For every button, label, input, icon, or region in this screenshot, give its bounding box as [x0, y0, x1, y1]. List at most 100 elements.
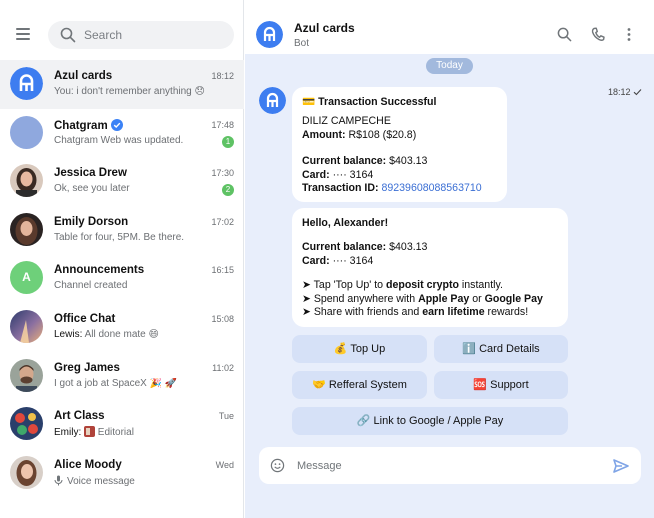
- chat-time: Tue: [218, 411, 234, 422]
- tip-text: instantly.: [458, 279, 503, 292]
- tip-bold: deposit crypto: [385, 279, 459, 292]
- date-divider: Today: [426, 58, 473, 74]
- emily-dorson-avatar: [10, 212, 43, 246]
- art-class-avatar: [10, 407, 43, 441]
- chat-preview: Lewis: All done mate 😄: [54, 329, 224, 340]
- phone-icon[interactable]: [591, 27, 605, 42]
- chat-name: Announcements: [54, 264, 145, 277]
- message-time-text: 18:12: [607, 87, 631, 97]
- search-bar[interactable]: [48, 21, 234, 49]
- search-icon[interactable]: [557, 27, 572, 42]
- chat-main: Azul cards Bot Today 18:12 💳 Transaction…: [245, 0, 654, 518]
- chat-preview: Chatgram Web was updated.: [54, 134, 184, 146]
- search-icon: [60, 27, 76, 43]
- support-button[interactable]: 🆘 Support: [434, 371, 568, 399]
- chat-header: Azul cards Bot: [245, 0, 654, 54]
- chat-item-office-chat[interactable]: Office Chat 15:08 Lewis: All done mate 😄: [0, 303, 244, 352]
- announcements-avatar: A: [10, 261, 43, 295]
- chat-name: Azul cards: [54, 70, 113, 82]
- chat-preview: Channel created: [54, 280, 128, 292]
- balance-value: $403.13: [389, 155, 428, 168]
- chat-item-alice-moody[interactable]: Alice Moody Wed Voice message: [0, 449, 244, 498]
- chat-time: 17:30: [211, 168, 234, 179]
- alice-moody-avatar: [10, 455, 43, 489]
- chat-item-announcements[interactable]: A Announcements 16:15 Channel created: [0, 254, 244, 303]
- msg-tip-2: ➤ Spend anywhere with Apple Pay or Googl…: [302, 293, 558, 306]
- preview-sender: Emily:: [54, 427, 82, 439]
- azul-cards-avatar: [10, 67, 43, 100]
- chat-item-chatgram[interactable]: Chatgram 17:48 Chatgram Web was updated.…: [0, 109, 244, 158]
- office-chat-avatar: [10, 309, 43, 343]
- msg-card: Card: ···· 3164: [302, 169, 497, 182]
- bot-avatar[interactable]: [259, 87, 286, 114]
- referral-system-button[interactable]: 🤝 Refferal System: [292, 371, 427, 399]
- microphone-icon: [54, 475, 63, 486]
- chat-name: Office Chat: [54, 312, 116, 325]
- chat-item-emily-dorson[interactable]: Emily Dorson 17:02 Table for four, 5PM. …: [0, 206, 244, 255]
- tip-bold: Apple Pay: [418, 292, 470, 305]
- send-icon[interactable]: [613, 459, 629, 473]
- top-up-button[interactable]: 💰 Top Up: [292, 335, 427, 363]
- chat-preview: I got a job at SpaceX 🎉 🚀: [54, 377, 178, 389]
- chat-time: 17:48: [211, 119, 234, 130]
- greg-james-avatar: [10, 358, 43, 392]
- chat-name: Chatgram: [54, 118, 123, 132]
- balance-label: Current balance:: [302, 241, 387, 254]
- chat-preview: Voice message: [54, 475, 224, 487]
- checkmark-icon: [633, 89, 642, 96]
- balance-label: Current balance:: [302, 155, 387, 168]
- chat-preview: You: i don't remember anything 😞: [54, 86, 205, 97]
- msg-amount: Amount: R$108 ($20.8): [302, 129, 497, 142]
- tip-text: ➤ Share with friends and: [302, 306, 423, 319]
- card-label: Card:: [302, 254, 330, 267]
- chat-item-azul-cards[interactable]: Azul cards 18:12 You: i don't remember a…: [0, 60, 244, 109]
- amount-label: Amount:: [302, 128, 346, 141]
- chat-name-text: Chatgram: [54, 119, 108, 132]
- chat-time: 18:12: [211, 71, 234, 81]
- chat-item-greg-james[interactable]: Greg James 11:02 I got a job at SpaceX 🎉…: [0, 352, 244, 401]
- chat-time: 15:08: [211, 313, 234, 324]
- chat-item-art-class[interactable]: Art Class Tue Emily: Editorial: [0, 400, 244, 449]
- more-vertical-icon[interactable]: [626, 27, 632, 42]
- link-google-apple-pay-button[interactable]: 🔗 Link to Google / Apple Pay: [292, 407, 568, 435]
- message-input[interactable]: [297, 447, 597, 484]
- msg-merchant: DILIZ CAMPECHE: [302, 115, 391, 128]
- chat-preview: Table for four, 5PM. Be there.: [54, 231, 185, 243]
- msg-tip-1: ➤ Tap 'Top Up' to deposit crypto instant…: [302, 279, 558, 292]
- chat-preview: Emily: Editorial: [54, 426, 224, 438]
- message-transaction: 💳 Transaction Successful DILIZ CAMPECHE …: [292, 87, 507, 202]
- chat-preview: Ok, see you later: [54, 183, 130, 195]
- chat-name: Art Class: [54, 410, 105, 423]
- chat-title[interactable]: Azul cards: [294, 21, 355, 35]
- chat-time: 17:02: [211, 216, 234, 227]
- tip-text: ➤ Tap 'Top Up' to: [302, 279, 386, 292]
- preview-text: Voice message: [67, 475, 135, 487]
- tip-bold: earn lifetime: [422, 306, 485, 319]
- msg-balance: Current balance: $403.13: [302, 241, 558, 254]
- card-details-button[interactable]: ℹ️ Card Details: [434, 335, 568, 363]
- chat-header-avatar[interactable]: [256, 21, 283, 48]
- chatgram-avatar: [10, 115, 43, 149]
- sidebar-header: [0, 0, 244, 62]
- avatar-initial: A: [22, 270, 31, 285]
- unread-badge: 2: [222, 184, 234, 197]
- msg-transaction-id: Transaction ID: 89239608088563710: [302, 182, 497, 195]
- emoji-icon[interactable]: [270, 458, 285, 473]
- chat-list: Azul cards 18:12 You: i don't remember a…: [0, 60, 244, 497]
- transaction-id-link[interactable]: 89239608088563710: [381, 182, 481, 194]
- tip-text: or: [469, 292, 485, 305]
- chat-name: Emily Dorson: [54, 215, 129, 228]
- card-value: ···· 3164: [332, 254, 374, 267]
- message-welcome: Hello, Alexander! Current balance: $403.…: [292, 208, 568, 327]
- chat-item-jessica-drew[interactable]: Jessica Drew 17:30 Ok, see you later 2: [0, 157, 244, 206]
- transaction-id-label: Transaction ID:: [302, 182, 379, 195]
- menu-icon[interactable]: [14, 26, 34, 40]
- amount-value: R$108 ($20.8): [348, 128, 417, 141]
- tip-text: ➤ Spend anywhere with: [302, 292, 419, 305]
- chat-name: Jessica Drew: [54, 167, 127, 180]
- unread-badge: 1: [222, 135, 234, 148]
- msg-card: Card: ···· 3164: [302, 255, 558, 268]
- chat-time: 11:02: [212, 362, 234, 373]
- search-input[interactable]: [84, 21, 224, 49]
- msg-balance: Current balance: $403.13: [302, 155, 497, 168]
